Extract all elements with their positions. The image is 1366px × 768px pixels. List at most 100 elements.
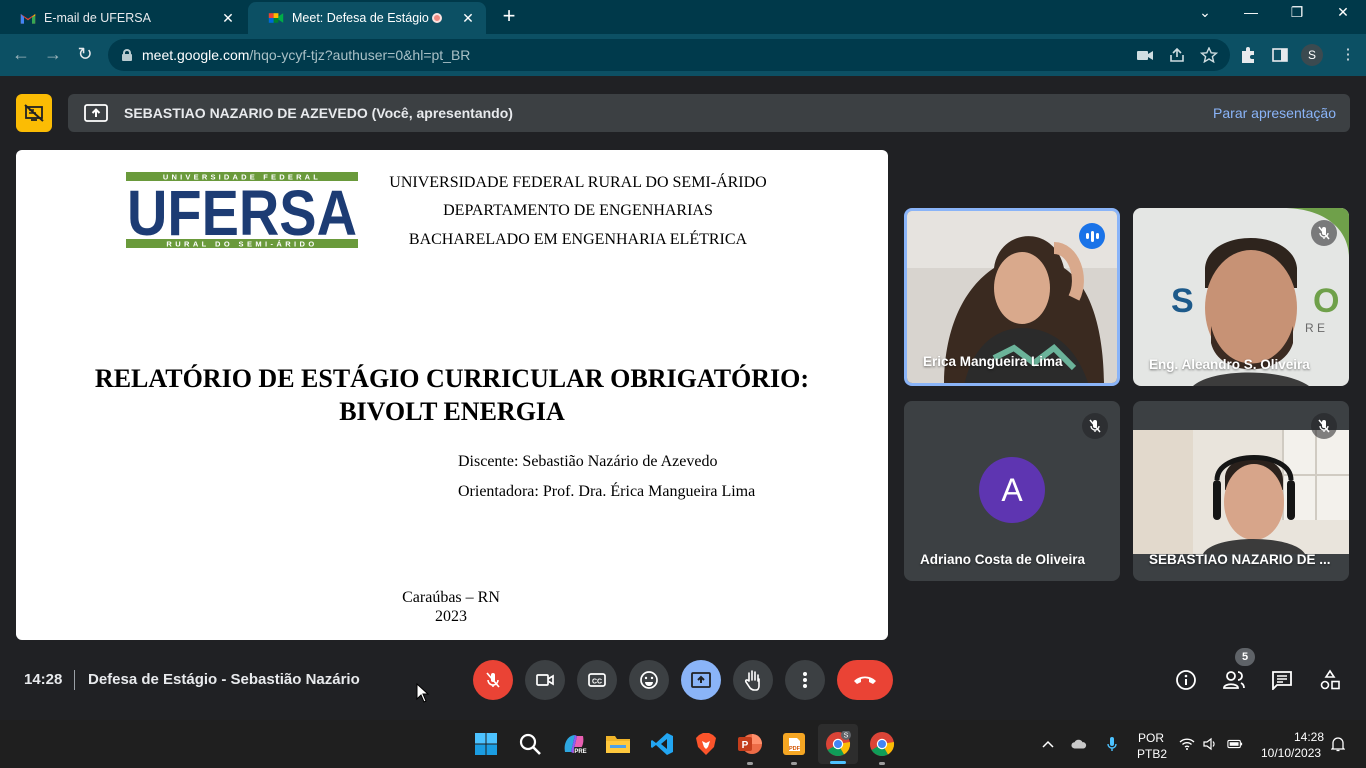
back-button[interactable]: ← bbox=[10, 43, 32, 65]
tab-email[interactable]: E-mail de UFERSA ✕ bbox=[0, 2, 246, 34]
participant-name: Adriano Costa de Oliveira bbox=[920, 552, 1086, 567]
taskbar-clock[interactable]: 14:28 bbox=[1294, 730, 1324, 744]
meeting-clock: 14:28 bbox=[24, 671, 63, 688]
logo-bottom-text: RURAL DO SEMI-ÁRIDO bbox=[166, 240, 317, 249]
more-options-button[interactable] bbox=[785, 660, 825, 700]
chrome-menu-icon[interactable]: ⋮ bbox=[1338, 45, 1358, 65]
running-indicator bbox=[879, 762, 885, 765]
running-indicator bbox=[791, 762, 797, 765]
input-language[interactable]: POR bbox=[1138, 731, 1164, 745]
svg-text:S: S bbox=[844, 733, 849, 740]
presenting-banner: SEBASTIAO NAZARIO DE AZEVEDO (Você, apre… bbox=[68, 94, 1350, 132]
participant-video bbox=[1133, 430, 1349, 554]
tab-search-icon[interactable]: ⌄ bbox=[1190, 4, 1220, 21]
people-button[interactable] bbox=[1222, 668, 1246, 692]
meeting-details-button[interactable] bbox=[1174, 668, 1198, 692]
wifi-icon[interactable] bbox=[1179, 736, 1195, 752]
reactions-button[interactable] bbox=[629, 660, 669, 700]
bookmark-star-icon[interactable] bbox=[1200, 47, 1218, 63]
gmail-icon bbox=[20, 14, 36, 24]
close-tab-icon[interactable]: ✕ bbox=[220, 10, 236, 27]
address-bar[interactable]: meet.google.com/hqo-ycyf-tjz?authuser=0&… bbox=[108, 39, 1230, 71]
chrome-profile-app[interactable]: S bbox=[818, 724, 858, 764]
extensions-puzzle-icon[interactable] bbox=[1238, 45, 1258, 65]
new-tab-button[interactable]: + bbox=[498, 5, 520, 28]
participant-tile[interactable]: A Adriano Costa de Oliveira bbox=[904, 401, 1120, 581]
captions-button[interactable]: CC bbox=[577, 660, 617, 700]
file-explorer-app[interactable] bbox=[604, 730, 632, 758]
raise-hand-button[interactable] bbox=[733, 660, 773, 700]
participant-name: Eng. Aleandro S. Oliveira bbox=[1149, 357, 1310, 372]
url-host: meet.google.com bbox=[142, 47, 250, 63]
powerpoint-icon: P bbox=[738, 734, 762, 754]
recording-indicator-icon bbox=[432, 13, 442, 23]
windows-logo-icon bbox=[475, 733, 497, 755]
hang-up-icon bbox=[854, 676, 876, 684]
pdf-app[interactable]: PDF bbox=[780, 730, 808, 765]
taskbar-date[interactable]: 10/10/2023 bbox=[1261, 746, 1321, 760]
battery-icon[interactable] bbox=[1227, 736, 1243, 752]
participant-tile[interactable]: S O R E Eng. Aleandro S. Oliveira bbox=[1133, 208, 1349, 386]
avatar: A bbox=[979, 457, 1045, 523]
start-button[interactable] bbox=[472, 730, 500, 758]
hide-presentation-button[interactable] bbox=[16, 94, 52, 132]
share-icon[interactable] bbox=[1168, 47, 1186, 63]
presentation-slide: UNIVERSIDADE FEDERAL UFERSA RURAL DO SEM… bbox=[16, 150, 888, 640]
copilot-app[interactable]: PRE bbox=[560, 730, 588, 758]
forward-button[interactable]: → bbox=[42, 43, 64, 65]
participant-tile[interactable]: Erica Mangueira Lima bbox=[904, 208, 1120, 386]
activities-icon bbox=[1320, 669, 1340, 690]
slide-city: Caraúbas – RN bbox=[402, 589, 500, 606]
tab-title: Meet: Defesa de Estágio - Se bbox=[292, 11, 432, 25]
svg-text:CC: CC bbox=[592, 679, 602, 686]
lock-icon[interactable] bbox=[122, 49, 132, 61]
svg-text:R E: R E bbox=[1305, 321, 1325, 335]
profile-avatar[interactable]: S bbox=[1301, 44, 1323, 66]
tab-meet[interactable]: Meet: Defesa de Estágio - Se ✕ bbox=[248, 2, 486, 34]
volume-icon[interactable] bbox=[1202, 736, 1218, 752]
taskbar-search-button[interactable] bbox=[516, 730, 544, 758]
brave-lion-icon bbox=[696, 733, 716, 755]
restore-button[interactable]: ❐ bbox=[1282, 4, 1312, 21]
onedrive-cloud-icon[interactable] bbox=[1071, 736, 1087, 752]
chrome-app[interactable] bbox=[868, 730, 896, 765]
speaking-indicator-icon bbox=[1079, 223, 1105, 249]
stop-presenting-button[interactable]: Parar apresentação bbox=[1213, 105, 1336, 121]
hand-icon bbox=[744, 670, 760, 691]
people-icon bbox=[1223, 671, 1245, 689]
participant-count-badge: 5 bbox=[1235, 648, 1255, 666]
participant-tile[interactable]: SEBASTIAO NAZARIO DE ... bbox=[1133, 401, 1349, 581]
meet-icon bbox=[268, 13, 284, 23]
activities-button[interactable] bbox=[1318, 668, 1342, 692]
toggle-microphone-button[interactable] bbox=[473, 660, 513, 700]
camera-in-use-icon[interactable] bbox=[1136, 47, 1154, 63]
close-window-button[interactable]: ✕ bbox=[1328, 4, 1358, 21]
running-indicator bbox=[830, 761, 846, 764]
close-tab-icon[interactable]: ✕ bbox=[460, 10, 476, 27]
toggle-camera-button[interactable] bbox=[525, 660, 565, 700]
notifications-bell-icon[interactable] bbox=[1330, 736, 1346, 752]
chat-button[interactable] bbox=[1270, 668, 1294, 692]
mic-off-icon bbox=[486, 672, 500, 688]
present-screen-icon bbox=[691, 672, 711, 688]
microphone-in-use-icon[interactable] bbox=[1104, 736, 1120, 752]
minimize-button[interactable]: — bbox=[1236, 4, 1266, 20]
powerpoint-app[interactable]: P bbox=[736, 730, 764, 765]
browser-toolbar: ← → ↻ meet.google.com/hqo-ycyf-tjz?authu… bbox=[0, 34, 1366, 76]
vscode-app[interactable] bbox=[648, 730, 676, 758]
reload-button[interactable]: ↻ bbox=[74, 43, 96, 65]
side-panel-icon[interactable] bbox=[1270, 45, 1290, 65]
show-hidden-icons-chevron-icon[interactable] bbox=[1040, 736, 1056, 752]
slide-advisor: Orientadora: Prof. Dra. Érica Mangueira … bbox=[458, 483, 756, 500]
leave-call-button[interactable] bbox=[837, 660, 893, 700]
keyboard-layout[interactable]: PTB2 bbox=[1137, 747, 1167, 761]
divider bbox=[74, 670, 75, 690]
pdf-editor-icon: PDF bbox=[783, 733, 805, 755]
svg-text:O: O bbox=[1313, 282, 1339, 320]
slide-university: UNIVERSIDADE FEDERAL RURAL DO SEMI-ÁRIDO bbox=[389, 174, 767, 191]
slide-year: 2023 bbox=[435, 608, 467, 625]
info-icon bbox=[1176, 670, 1196, 690]
present-now-button[interactable] bbox=[681, 660, 721, 700]
logo-main-text: UFERSA bbox=[127, 177, 357, 249]
brave-app[interactable] bbox=[692, 730, 720, 758]
